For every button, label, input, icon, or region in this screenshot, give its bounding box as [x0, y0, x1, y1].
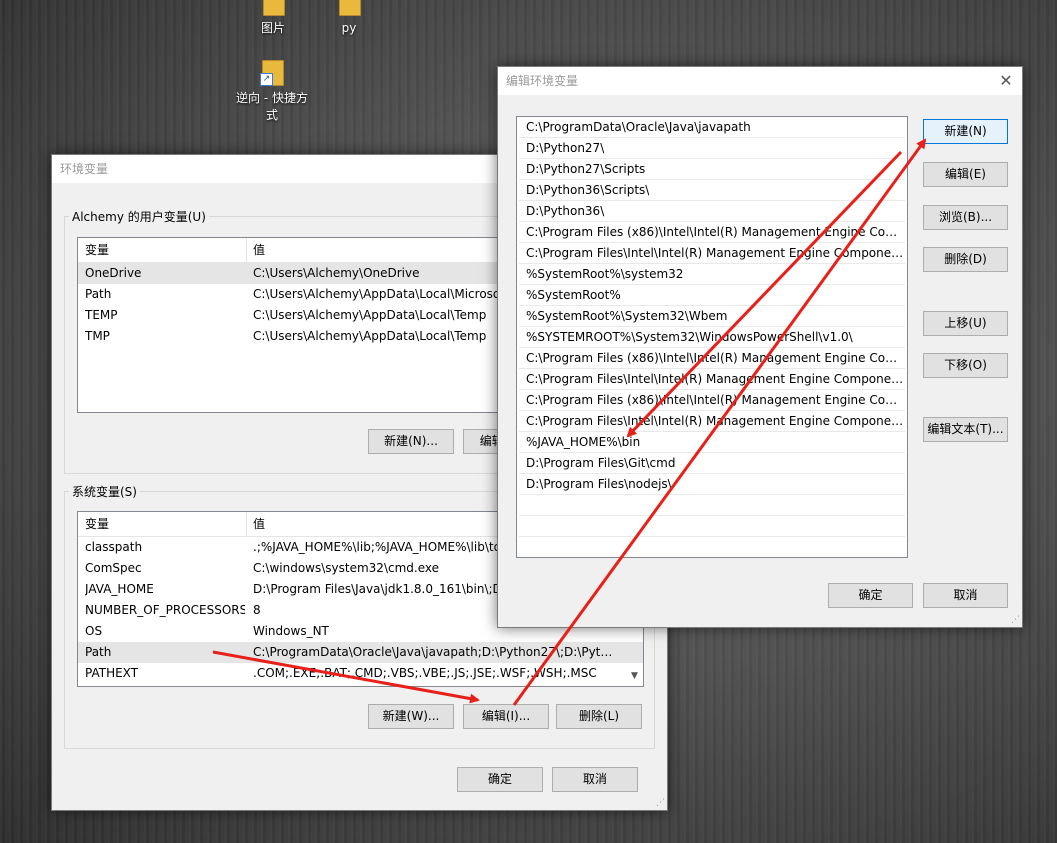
var-name: TMP: [85, 329, 110, 343]
var-value: .;%JAVA_HOME%\lib;%JAVA_HOME%\lib\tools.…: [253, 540, 538, 554]
folder-icon: [261, 0, 285, 16]
move-up-button[interactable]: 上移(U): [923, 311, 1008, 336]
var-name: ComSpec: [85, 561, 142, 575]
list-item[interactable]: D:\Python27\Scripts: [519, 159, 905, 180]
list-item[interactable]: C:\Program Files\Intel\Intel(R) Manageme…: [519, 411, 905, 432]
column-header-value[interactable]: 值: [253, 512, 265, 536]
list-item[interactable]: C:\Program Files (x86)\Intel\Intel(R) Ma…: [519, 348, 905, 369]
var-value: C:\windows\system32\cmd.exe: [253, 561, 439, 575]
var-name: JAVA_HOME: [85, 582, 154, 596]
var-name: NUMBER_OF_PROCESSORS: [85, 603, 245, 617]
system-new-button[interactable]: 新建(W)...: [368, 704, 454, 729]
desktop-icon-label: py: [341, 21, 357, 35]
var-name: OS: [85, 624, 103, 638]
resize-grip-icon[interactable]: ⋰: [656, 798, 665, 808]
var-value: D:\Program Files\Java\jdk1.8.0_161\bin\;…: [253, 582, 510, 596]
list-item[interactable]: %SYSTEMROOT%\System32\WindowsPowerShell\…: [519, 327, 905, 348]
empty-list-item[interactable]: [519, 516, 905, 537]
column-header-variable[interactable]: 变量: [85, 238, 245, 262]
folder-icon: [337, 0, 361, 16]
delete-path-button[interactable]: 删除(D): [923, 247, 1008, 272]
edit-text-button[interactable]: 编辑文本(T)...: [923, 417, 1008, 442]
list-item[interactable]: D:\Python36\Scripts\: [519, 180, 905, 201]
move-down-button[interactable]: 下移(O): [923, 353, 1008, 378]
path-list[interactable]: C:\ProgramData\Oracle\Java\javapath D:\P…: [516, 116, 908, 558]
var-name: classpath: [85, 540, 143, 554]
edit-path-button[interactable]: 编辑(E): [923, 162, 1008, 187]
folder-shortcut-icon: ↗: [260, 58, 284, 86]
var-name: Path: [85, 287, 112, 301]
browse-button[interactable]: 浏览(B)...: [923, 205, 1008, 230]
var-value: .COM;.EXE;.BAT;.CMD;.VBS;.VBE;.JS;.JSE;.…: [253, 666, 597, 680]
user-vars-group-label: Alchemy 的用户变量(U): [72, 210, 206, 224]
var-name: TEMP: [85, 308, 118, 322]
list-item[interactable]: C:\Program Files (x86)\Intel\Intel(R) Ma…: [519, 222, 905, 243]
new-path-button[interactable]: 新建(N): [923, 119, 1008, 144]
cancel-button[interactable]: 取消: [552, 767, 638, 792]
var-value: Windows_NT: [253, 624, 329, 638]
system-delete-button[interactable]: 删除(L): [556, 704, 642, 729]
var-name: PATHEXT: [85, 666, 139, 680]
column-header-variable[interactable]: 变量: [85, 512, 245, 536]
list-item[interactable]: D:\Program Files\nodejs\: [519, 474, 905, 495]
ok-button[interactable]: 确定: [457, 767, 543, 792]
desktop-icon-py[interactable]: py: [311, 0, 387, 37]
var-name: OneDrive: [85, 266, 142, 280]
desktop-icon-reverse-shortcut[interactable]: ↗ 逆向 - 快捷方式: [234, 58, 310, 124]
cancel-button[interactable]: 取消: [923, 583, 1008, 608]
shortcut-arrow-icon: ↗: [260, 73, 273, 86]
ok-button[interactable]: 确定: [828, 583, 913, 608]
scroll-down-icon[interactable]: ▼: [626, 668, 643, 684]
edit-env-var-dialog: 编辑环境变量 ✕ C:\ProgramData\Oracle\Java\java…: [497, 66, 1023, 628]
var-value: C:\Users\Alchemy\OneDrive: [253, 266, 420, 280]
var-value: 8: [253, 603, 261, 617]
list-item[interactable]: D:\Program Files\Git\cmd: [519, 453, 905, 474]
var-name: Path: [85, 645, 112, 659]
resize-grip-icon[interactable]: ⋰: [1011, 615, 1020, 625]
dialog-title: 编辑环境变量: [498, 67, 1022, 95]
var-value: C:\Users\Alchemy\AppData\Local\Temp: [253, 329, 487, 343]
list-item[interactable]: %SystemRoot%\System32\Wbem: [519, 306, 905, 327]
list-item[interactable]: C:\Program Files\Intel\Intel(R) Manageme…: [519, 369, 905, 390]
table-row-selected[interactable]: Path C:\ProgramData\Oracle\Java\javapath…: [78, 642, 643, 663]
user-new-button[interactable]: 新建(N)...: [368, 429, 454, 454]
var-value: C:\ProgramData\Oracle\Java\javapath;D:\P…: [253, 645, 618, 659]
list-item[interactable]: C:\Program Files (x86)\Intel\Intel(R) Ma…: [519, 390, 905, 411]
list-item[interactable]: %SystemRoot%: [519, 285, 905, 306]
list-item[interactable]: C:\ProgramData\Oracle\Java\javapath: [519, 117, 905, 138]
var-value: C:\Users\Alchemy\AppData\Local\Temp: [253, 308, 487, 322]
desktop-icon-label: 图片: [260, 21, 285, 35]
list-item[interactable]: C:\Program Files\Intel\Intel(R) Manageme…: [519, 243, 905, 264]
desktop-icon-label: 逆向 - 快捷方式: [236, 91, 308, 122]
list-item[interactable]: D:\Python36\: [519, 201, 905, 222]
list-item[interactable]: %JAVA_HOME%\bin: [519, 432, 905, 453]
table-row[interactable]: PATHEXT .COM;.EXE;.BAT;.CMD;.VBS;.VBE;.J…: [78, 663, 643, 684]
desktop-icon-pictures[interactable]: 图片: [235, 0, 311, 37]
system-edit-button[interactable]: 编辑(I)...: [463, 704, 549, 729]
column-header-value[interactable]: 值: [253, 238, 265, 262]
close-icon[interactable]: ✕: [996, 71, 1016, 91]
list-item[interactable]: D:\Python27\: [519, 138, 905, 159]
empty-list-item[interactable]: [519, 495, 905, 516]
system-vars-group-label: 系统变量(S): [72, 485, 137, 499]
list-item[interactable]: %SystemRoot%\system32: [519, 264, 905, 285]
